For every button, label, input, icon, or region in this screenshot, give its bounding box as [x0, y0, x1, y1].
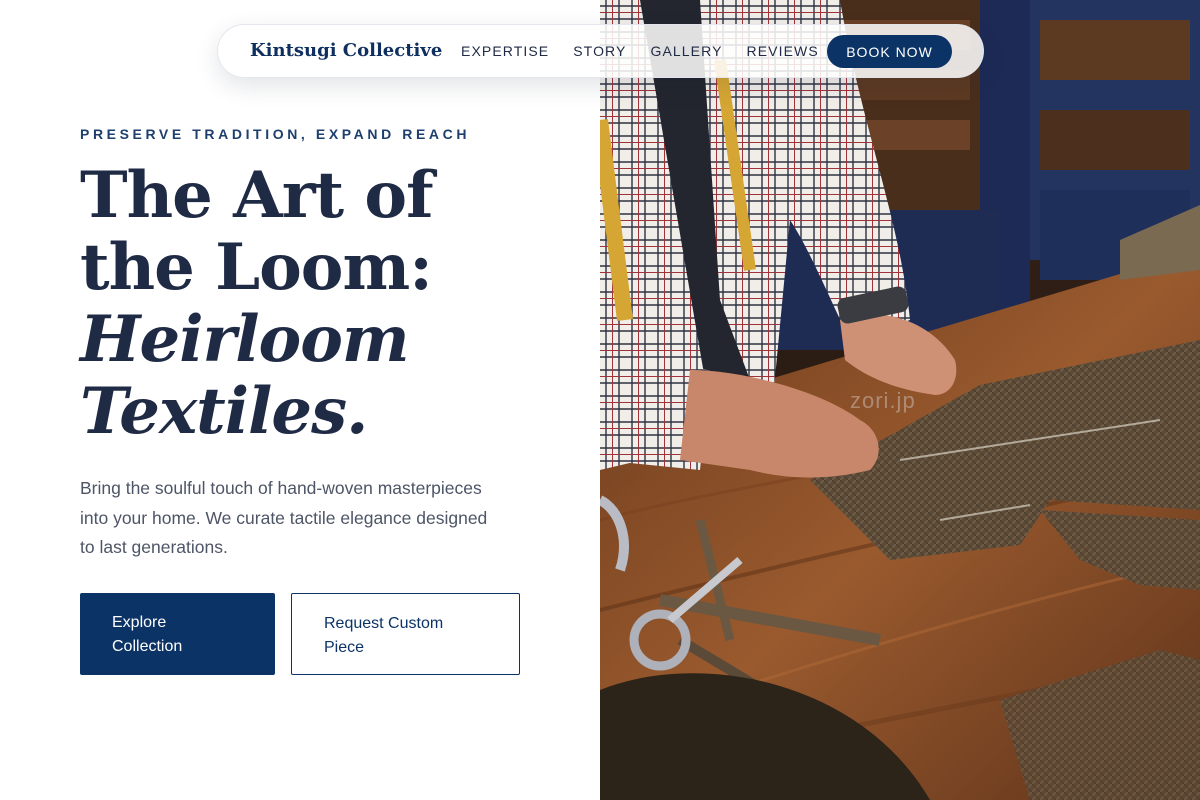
request-custom-label-1: Request Custom — [324, 615, 444, 632]
nav-link-reviews[interactable]: REVIEWS — [747, 43, 819, 59]
nav-link-expertise[interactable]: EXPERTISE — [461, 43, 549, 59]
nav-link-story[interactable]: STORY — [573, 43, 626, 59]
explore-collection-button[interactable]: Explore Collection — [80, 593, 275, 675]
nav-links: EXPERTISE STORY GALLERY REVIEWS — [461, 43, 819, 59]
hero-headline: The Art of the Loom: Heirloom Textiles. — [80, 160, 580, 448]
book-now-button[interactable]: BOOK NOW — [827, 35, 952, 68]
top-nav: Kintsugi Collective EXPERTISE STORY GALL… — [217, 24, 984, 78]
hero-description: Bring the soulful touch of hand-woven ma… — [80, 478, 488, 557]
nav-link-gallery[interactable]: GALLERY — [650, 43, 722, 59]
explore-collection-label-2: Collection — [112, 638, 183, 655]
headline-line-4: Textiles. — [80, 374, 368, 449]
explore-collection-label-1: Explore — [112, 614, 167, 631]
headline-line-1: The Art of — [80, 158, 434, 233]
request-custom-label-2: Piece — [324, 639, 365, 656]
request-custom-piece-button[interactable]: Request Custom Piece — [291, 593, 520, 675]
image-watermark: zori.jp — [850, 388, 916, 413]
headline-line-3: Heirloom — [80, 302, 410, 377]
hero-eyebrow: PRESERVE TRADITION, EXPAND REACH — [80, 126, 471, 142]
headline-line-2: the Loom: — [80, 230, 433, 305]
brand-logo[interactable]: Kintsugi Collective — [250, 40, 442, 61]
hero-photo: zori.jp — [600, 0, 1200, 800]
